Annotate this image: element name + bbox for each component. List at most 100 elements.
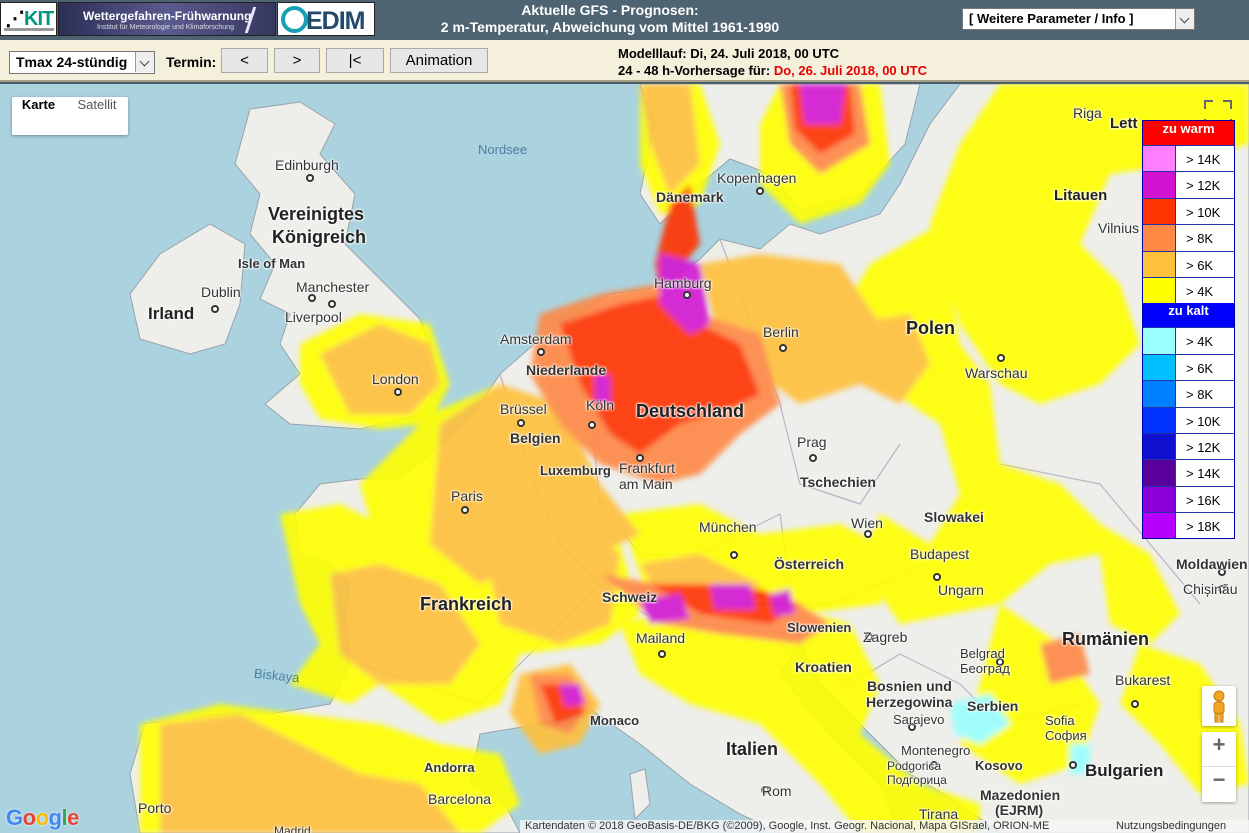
label-prag: Prag: [797, 434, 827, 450]
label-luxemburg: Luxemburg: [540, 463, 611, 478]
legend-warm-label: > 6K: [1186, 257, 1214, 273]
label-oesterreich: Österreich: [774, 556, 845, 572]
label-porto: Porto: [138, 800, 172, 816]
label-sofia1: Sofia: [1045, 713, 1075, 728]
legend-warm-swatch: [1143, 225, 1176, 251]
legend-warm-row: > 10K: [1143, 197, 1234, 225]
attribution-text: Kartendaten © 2018 GeoBasis-DE/BKG (©200…: [525, 820, 1050, 832]
zoom-control: + −: [1202, 732, 1236, 802]
warning-logo-subtitle: Institut für Meteorologie und Klimaforsc…: [97, 24, 234, 31]
map-attribution: Kartendaten © 2018 GeoBasis-DE/BKG (©200…: [520, 820, 1249, 833]
label-slowenien: Slowenien: [787, 620, 852, 635]
label-belgrad2: Београд: [960, 661, 1010, 676]
legend-cold-label: > 12K: [1186, 439, 1221, 455]
legend-warm-label: > 14K: [1186, 152, 1221, 167]
warning-logo-title: Wettergefahren-Frühwarnung: [83, 9, 252, 23]
label-litauen: Litauen: [1054, 187, 1108, 204]
label-serbien: Serbien: [967, 698, 1019, 714]
label-ungarn: Ungarn: [938, 582, 984, 598]
legend-cold-row: > 10K: [1143, 406, 1234, 433]
legend-warm-swatch: [1143, 172, 1176, 198]
label-frankfurt1: Frankfurt: [619, 460, 676, 476]
label-warschau: Warschau: [965, 365, 1028, 381]
product-select[interactable]: Tmax 24-stündig: [9, 51, 155, 74]
legend-warm-swatch: [1143, 277, 1176, 304]
previous-button[interactable]: <: [221, 48, 268, 73]
legend-warm-swatch: [1143, 146, 1176, 172]
label-andorra: Andorra: [424, 760, 475, 775]
legend-cold-swatch: [1143, 354, 1176, 381]
legend-cold-label: > 16K: [1186, 492, 1221, 508]
animation-button[interactable]: Animation: [390, 48, 488, 73]
label-moldawien: Moldawien: [1176, 556, 1248, 572]
zoom-in-button[interactable]: +: [1202, 732, 1236, 767]
label-hamburg: Hamburg: [654, 275, 712, 291]
label-liverpool: Liverpool: [285, 309, 342, 325]
label-vk2: Königreich: [272, 227, 367, 247]
legend-cold-label: > 8K: [1186, 387, 1214, 403]
label-london: London: [372, 371, 419, 387]
forecast-prefix: 24 - 48 h-Vorhersage für:: [618, 63, 774, 78]
label-mailand: Mailand: [636, 630, 686, 646]
legend-cold-label: > 4K: [1186, 334, 1214, 350]
parameter-select[interactable]: [ Weitere Parameter / Info ]: [962, 8, 1195, 30]
zoom-out-button[interactable]: −: [1202, 767, 1236, 802]
label-frankreich: Frankreich: [420, 594, 513, 614]
street-view-pegman-icon[interactable]: [1202, 686, 1236, 726]
legend-cold-swatch: [1143, 513, 1176, 539]
run-info: Modelllauf: Di, 24. Juli 2018, 00 UTC 24…: [618, 45, 927, 79]
warning-logo[interactable]: Wettergefahren-Frühwarnung Institut für …: [58, 2, 276, 36]
label-daenemark: Dänemark: [656, 189, 724, 205]
label-sarajevo: Sarajevo: [893, 712, 945, 727]
label-dublin: Dublin: [201, 284, 241, 300]
label-kopenhagen: Kopenhagen: [717, 170, 797, 186]
legend-warm-row: > 8K: [1143, 224, 1234, 251]
map-type-karte[interactable]: Karte: [12, 97, 65, 135]
label-manchester: Manchester: [296, 279, 370, 295]
legend-cold-rows: > 4K > 6K > 8K > 10K > 12K > 14K > 16K > 18K: [1143, 327, 1234, 539]
label-rumaenien: Rumänien: [1062, 629, 1150, 649]
model-run-text: Modelllauf: Di, 24. Juli 2018, 00 UTC: [618, 46, 840, 61]
legend-warm-swatch: [1143, 198, 1176, 225]
label-rom: Rom: [762, 783, 792, 799]
label-amsterdam: Amsterdam: [500, 331, 572, 347]
map-type-satellit[interactable]: Satellit: [66, 97, 128, 135]
label-bulgarien: Bulgarien: [1085, 761, 1164, 780]
label-schweiz: Schweiz: [602, 589, 658, 605]
legend-cold-label: > 14K: [1186, 466, 1221, 482]
first-button[interactable]: |<: [326, 48, 384, 73]
legend-warm-row: > 6K: [1143, 250, 1234, 277]
label-vk1: Vereinigtes: [268, 204, 365, 224]
legend-cold-row: > 16K: [1143, 485, 1234, 513]
label-belgien: Belgien: [510, 430, 561, 446]
label-lettland: Lett: [1110, 115, 1138, 132]
label-isle-of-man: Isle of Man: [238, 256, 306, 271]
label-budapest: Budapest: [910, 546, 970, 562]
map-canvas[interactable]: Nordsee Biskaya Vereinigtes Königreich I…: [0, 84, 1249, 833]
label-koeln: Köln: [586, 397, 615, 413]
label-italien: Italien: [726, 739, 779, 759]
label-berlin: Berlin: [763, 324, 799, 340]
cedim-logo[interactable]: EDIM: [277, 2, 375, 36]
legend-cold-swatch: [1143, 486, 1176, 513]
legend-warm-label: > 12K: [1186, 178, 1221, 194]
label-vilnius: Vilnius: [1098, 220, 1139, 236]
label-mazedonien1: Mazedonien: [980, 787, 1061, 803]
chevron-down-icon: [1175, 9, 1194, 29]
label-nordsee: Nordsee: [478, 142, 528, 157]
label-kroatien: Kroatien: [795, 659, 852, 675]
legend-cold-row: > 12K: [1143, 432, 1234, 460]
google-logo[interactable]: Google: [6, 805, 79, 831]
legend-cold-row: > 14K: [1143, 459, 1234, 486]
legend-warm-rows: > 14K > 12K > 10K > 8K > 6K > 4K: [1143, 145, 1234, 304]
legend-warm-label: > 10K: [1186, 204, 1221, 220]
legend-cold-row: > 6K: [1143, 353, 1234, 381]
label-bruessel: Brüssel: [500, 401, 547, 417]
label-irland: Irland: [148, 304, 195, 323]
kit-logo[interactable]: ⋰KIT: [0, 2, 57, 36]
label-wien: Wien: [851, 515, 883, 531]
next-button[interactable]: >: [274, 48, 320, 73]
terms-link[interactable]: Nutzungsbedingungen: [1116, 820, 1226, 833]
legend-warm-label: > 4K: [1186, 283, 1214, 299]
page-title: Aktuelle GFS - Prognosen: 2 m-Temperatur…: [440, 2, 780, 35]
